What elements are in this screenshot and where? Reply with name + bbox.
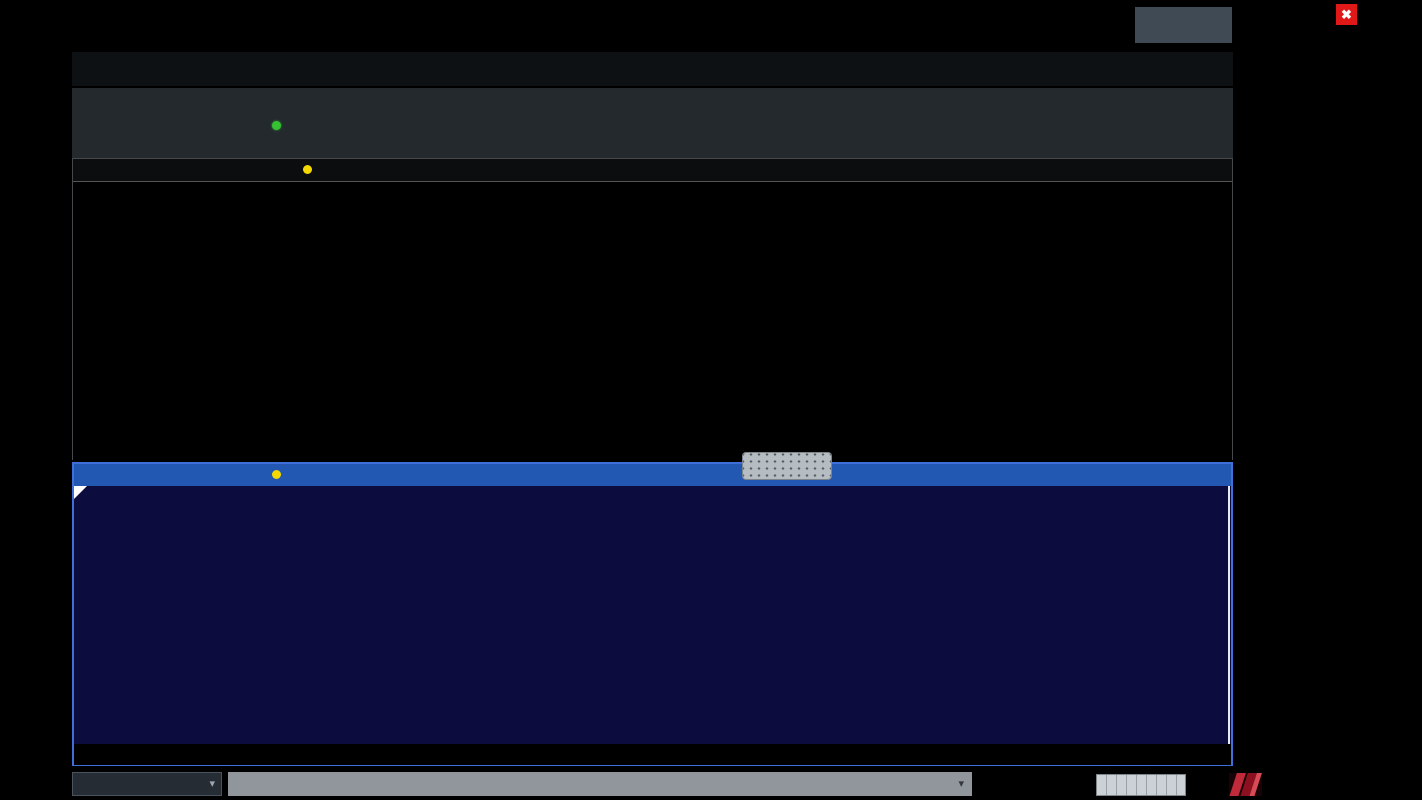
status-bar: ▾ ▾ [0,768,1422,800]
status-message-combo[interactable]: ▾ [228,772,972,796]
softkey-menu [1240,0,1352,768]
settings-header[interactable] [72,88,1233,158]
trace-color-dot [272,470,281,479]
persistence-footer [73,439,1232,460]
close-menu-button[interactable]: ✖ [1336,4,1357,25]
persistence-spectrum-window [72,158,1233,460]
analyzer-screen: ▾ [0,0,1422,800]
spectrogram-window [72,462,1233,766]
spectrogram-window-header[interactable] [74,464,1231,486]
persistence-trace-canvas[interactable] [73,182,1230,438]
spectrogram-plot-area[interactable] [74,486,1231,744]
screenshot-button[interactable] [1135,7,1232,43]
trace-color-dot [303,165,312,174]
swt-status-led [272,121,281,130]
progress-bar [1096,774,1186,796]
status-dropdown[interactable]: ▾ [72,772,222,796]
chevron-down-icon: ▾ [209,777,215,790]
channel-tab-bar [72,52,1233,86]
persistence-window-header[interactable] [73,159,1232,181]
window-splitter-grip[interactable] [742,452,832,480]
focus-corner-marker [74,486,87,499]
persistence-plot-area[interactable] [73,181,1232,439]
rs-logo [1229,773,1262,796]
chevron-down-icon: ▾ [958,777,964,790]
spectrogram-scrollbar[interactable] [1228,486,1230,744]
spectrogram-footer [74,744,1231,765]
persistence-color-scale [409,160,1232,180]
spectrogram-canvas[interactable] [74,486,1231,744]
